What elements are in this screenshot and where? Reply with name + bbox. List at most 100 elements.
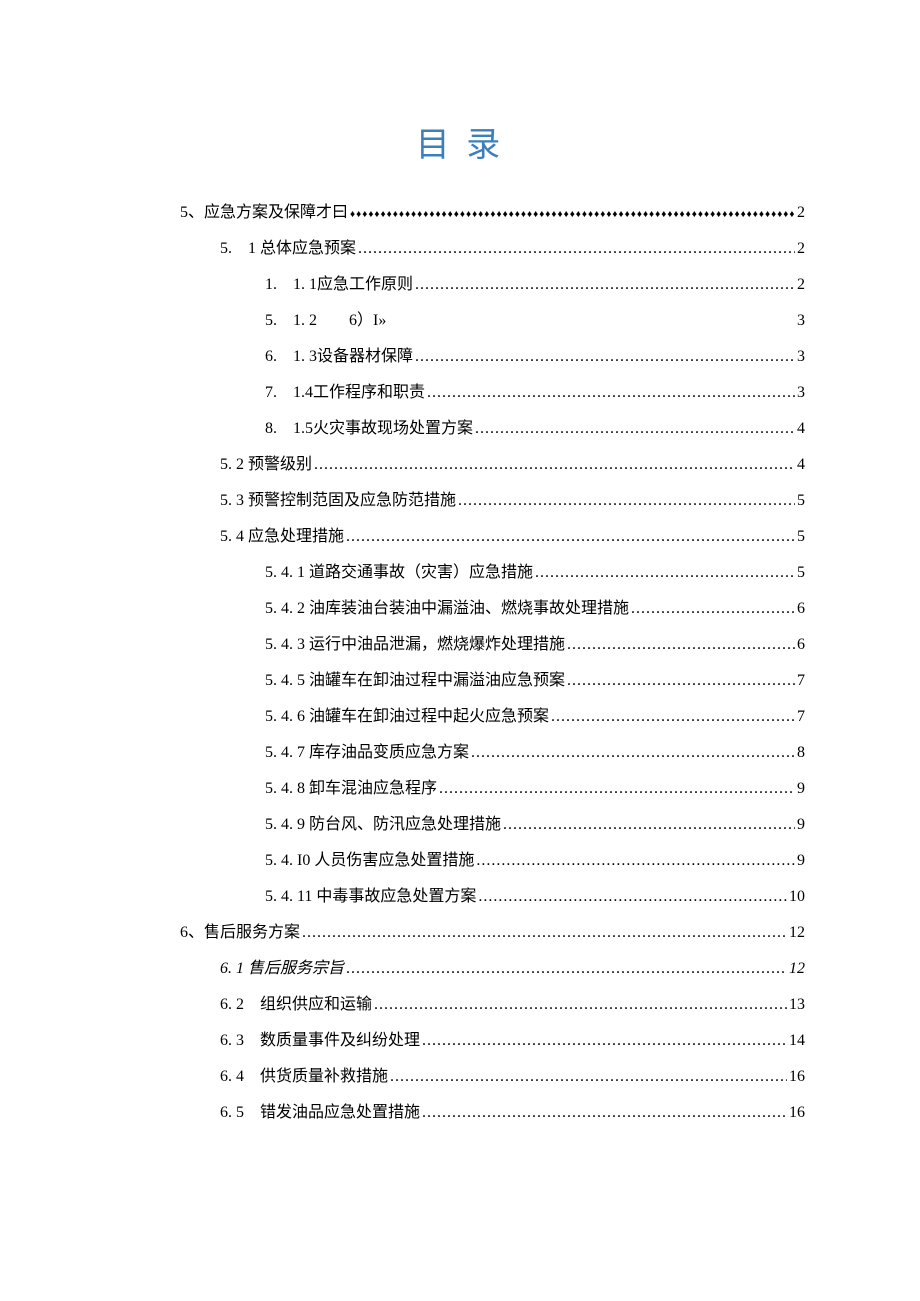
toc-entry-page: 10: [787, 885, 805, 909]
toc-entry: 6. 4 供货质量补救措施...........................…: [220, 1065, 815, 1101]
toc-entry: 1. 1. 1应急工作原则...........................…: [265, 273, 815, 309]
toc-entry-label: 6. 4 供货质量补救措施: [220, 1065, 388, 1089]
toc-entry-page: 6: [795, 597, 805, 621]
toc-leader: ........................................…: [629, 597, 795, 621]
toc-entry-page: 12: [787, 957, 805, 981]
toc-entry-page: 5: [795, 561, 805, 585]
toc-entry-page: 13: [787, 993, 805, 1017]
toc-entry-label: 5. 4. 2 油库装油台装油中漏溢油、燃烧事故处理措施: [265, 597, 629, 621]
toc-leader: ........................................…: [420, 1101, 787, 1125]
toc-entry: 5. 4. 11 中毒事故应急处置方案.....................…: [265, 885, 815, 921]
toc-entry: 7. 1.4工作程序和职责...........................…: [265, 381, 815, 417]
toc-entry: 6、售后服务方案................................…: [180, 921, 815, 957]
toc-leader: ........................................…: [344, 957, 787, 981]
toc-list: 5、应急方案及保障才曰♦♦♦♦♦♦♦♦♦♦♦♦♦♦♦♦♦♦♦♦♦♦♦♦♦♦♦♦♦…: [105, 201, 815, 1137]
toc-leader: ........................................…: [372, 993, 787, 1017]
toc-entry-page: 9: [795, 777, 805, 801]
toc-entry-page: 8: [795, 741, 805, 765]
toc-leader: ........................................…: [420, 1029, 787, 1053]
toc-leader: ........................................…: [300, 921, 787, 945]
toc-entry: 5. 4 应急处理措施.............................…: [220, 525, 815, 561]
toc-entry: 5. 4. 3 运行中油品泄漏，燃烧爆炸处理措施................…: [265, 633, 815, 669]
toc-entry-label: 5. 4 应急处理措施: [220, 525, 344, 549]
toc-entry-label: 6. 3 数质量事件及纠纷处理: [220, 1029, 420, 1053]
toc-entry-label: 6. 2 组织供应和运输: [220, 993, 372, 1017]
document-page: 目 录 5、应急方案及保障才曰♦♦♦♦♦♦♦♦♦♦♦♦♦♦♦♦♦♦♦♦♦♦♦♦♦…: [0, 0, 920, 1301]
toc-entry-page: 5: [795, 525, 805, 549]
toc-entry-label: 5. 4. 5 油罐车在卸油过程中漏溢油应急预案: [265, 669, 565, 693]
toc-entry-page: 7: [795, 705, 805, 729]
toc-entry-label: 5. 4. 1 道路交通事故（灾害）应急措施: [265, 561, 533, 585]
toc-entry-label: 5. 4. 6 油罐车在卸油过程中起火应急预案: [265, 705, 549, 729]
toc-entry-page: 4: [795, 417, 805, 441]
toc-title: 目 录: [105, 120, 815, 171]
toc-leader: ........................................…: [501, 813, 795, 837]
toc-entry-page: 4: [795, 453, 805, 477]
toc-entry-page: 5: [795, 489, 805, 513]
toc-entry-page: 14: [787, 1029, 805, 1053]
toc-leader: ........................................…: [413, 345, 795, 369]
toc-entry-label: 5. 1 总体应急预案: [220, 237, 356, 261]
toc-leader: ........................................…: [473, 417, 795, 441]
toc-entry-label: 6. 1 售后服务宗旨: [220, 957, 344, 981]
toc-entry-label: 5. 4. 3 运行中油品泄漏，燃烧爆炸处理措施: [265, 633, 565, 657]
toc-leader: ........................................…: [413, 273, 795, 297]
toc-entry: 5. 3 预警控制范固及应急防范措施......................…: [220, 489, 815, 525]
toc-entry: 5. 1. 2 6）I» 3: [265, 309, 815, 345]
toc-entry: 5. 1 总体应急预案.............................…: [220, 237, 815, 273]
toc-entry-page: 16: [787, 1101, 805, 1125]
toc-entry-label: 5. 3 预警控制范固及应急防范措施: [220, 489, 456, 513]
toc-leader: ........................................…: [533, 561, 795, 585]
toc-entry-label: 7. 1.4工作程序和职责: [265, 381, 425, 405]
toc-entry-page: 7: [795, 669, 805, 693]
toc-entry-page: 6: [795, 633, 805, 657]
toc-entry: 5. 4. I0 人员伤害应急处置措施.....................…: [265, 849, 815, 885]
toc-entry-label: 8. 1.5火灾事故现场处置方案: [265, 417, 473, 441]
toc-entry: 6. 5 错发油品应急处置措施.........................…: [220, 1101, 815, 1137]
toc-entry: 5、应急方案及保障才曰♦♦♦♦♦♦♦♦♦♦♦♦♦♦♦♦♦♦♦♦♦♦♦♦♦♦♦♦♦…: [180, 201, 815, 237]
toc-entry: 5. 4. 7 库存油品变质应急方案......................…: [265, 741, 815, 777]
toc-entry: 6. 1 售后服务宗旨.............................…: [220, 957, 815, 993]
toc-leader: ........................................…: [549, 705, 795, 729]
toc-leader: ........................................…: [565, 633, 795, 657]
toc-entry-label: 5、应急方案及保障才曰: [180, 201, 348, 225]
toc-entry-label: 5. 4. 11 中毒事故应急处置方案: [265, 885, 476, 909]
toc-entry-label: 5. 4. 8 卸车混油应急程序: [265, 777, 437, 801]
toc-entry-label: 5. 1. 2 6）I»: [265, 309, 386, 333]
toc-entry: 5. 4. 8 卸车混油应急程序........................…: [265, 777, 815, 813]
toc-entry-page: 2: [795, 273, 805, 297]
toc-entry: 5. 4. 2 油库装油台装油中漏溢油、燃烧事故处理措施............…: [265, 597, 815, 633]
toc-entry-label: 1. 1. 1应急工作原则: [265, 273, 413, 297]
toc-entry-label: 6. 5 错发油品应急处置措施: [220, 1101, 420, 1125]
toc-entry: 6. 2 组织供应和运输............................…: [220, 993, 815, 1029]
toc-entry-page: 9: [795, 849, 805, 873]
toc-leader: ........................................…: [312, 453, 795, 477]
toc-leader: ........................................…: [388, 1065, 787, 1089]
toc-leader: ........................................…: [437, 777, 795, 801]
toc-entry-page: 9: [795, 813, 805, 837]
toc-entry-page: 3: [795, 345, 805, 369]
toc-entry-label: 5. 4. 9 防台风、防汛应急处理措施: [265, 813, 501, 837]
toc-entry-page: 3: [795, 381, 805, 405]
toc-entry-label: 5. 4. 7 库存油品变质应急方案: [265, 741, 469, 765]
toc-leader: ........................................…: [476, 885, 787, 909]
toc-leader: ........................................…: [469, 741, 795, 765]
toc-entry-label: 5. 2 预警级别: [220, 453, 312, 477]
toc-entry-label: 6、售后服务方案: [180, 921, 300, 945]
toc-entry: 5. 4. 5 油罐车在卸油过程中漏溢油应急预案................…: [265, 669, 815, 705]
toc-entry: 5. 4. 6 油罐车在卸油过程中起火应急预案.................…: [265, 705, 815, 741]
toc-leader: ........................................…: [344, 525, 795, 549]
toc-leader: ........................................…: [425, 381, 795, 405]
toc-entry: 5. 4. 9 防台风、防汛应急处理措施....................…: [265, 813, 815, 849]
toc-entry-page: 3: [795, 309, 805, 333]
toc-entry-label: 5. 4. I0 人员伤害应急处置措施: [265, 849, 474, 873]
toc-leader: ........................................…: [356, 237, 795, 261]
toc-entry-page: 16: [787, 1065, 805, 1089]
toc-entry-page: 12: [787, 921, 805, 945]
toc-leader: ........................................…: [474, 849, 795, 873]
toc-entry-page: 2: [795, 237, 805, 261]
toc-entry: 6. 1. 3设备器材保障...........................…: [265, 345, 815, 381]
toc-leader: ........................................…: [456, 489, 795, 513]
toc-entry: 6. 3 数质量事件及纠纷处理.........................…: [220, 1029, 815, 1065]
toc-entry-page: 2: [795, 201, 805, 225]
